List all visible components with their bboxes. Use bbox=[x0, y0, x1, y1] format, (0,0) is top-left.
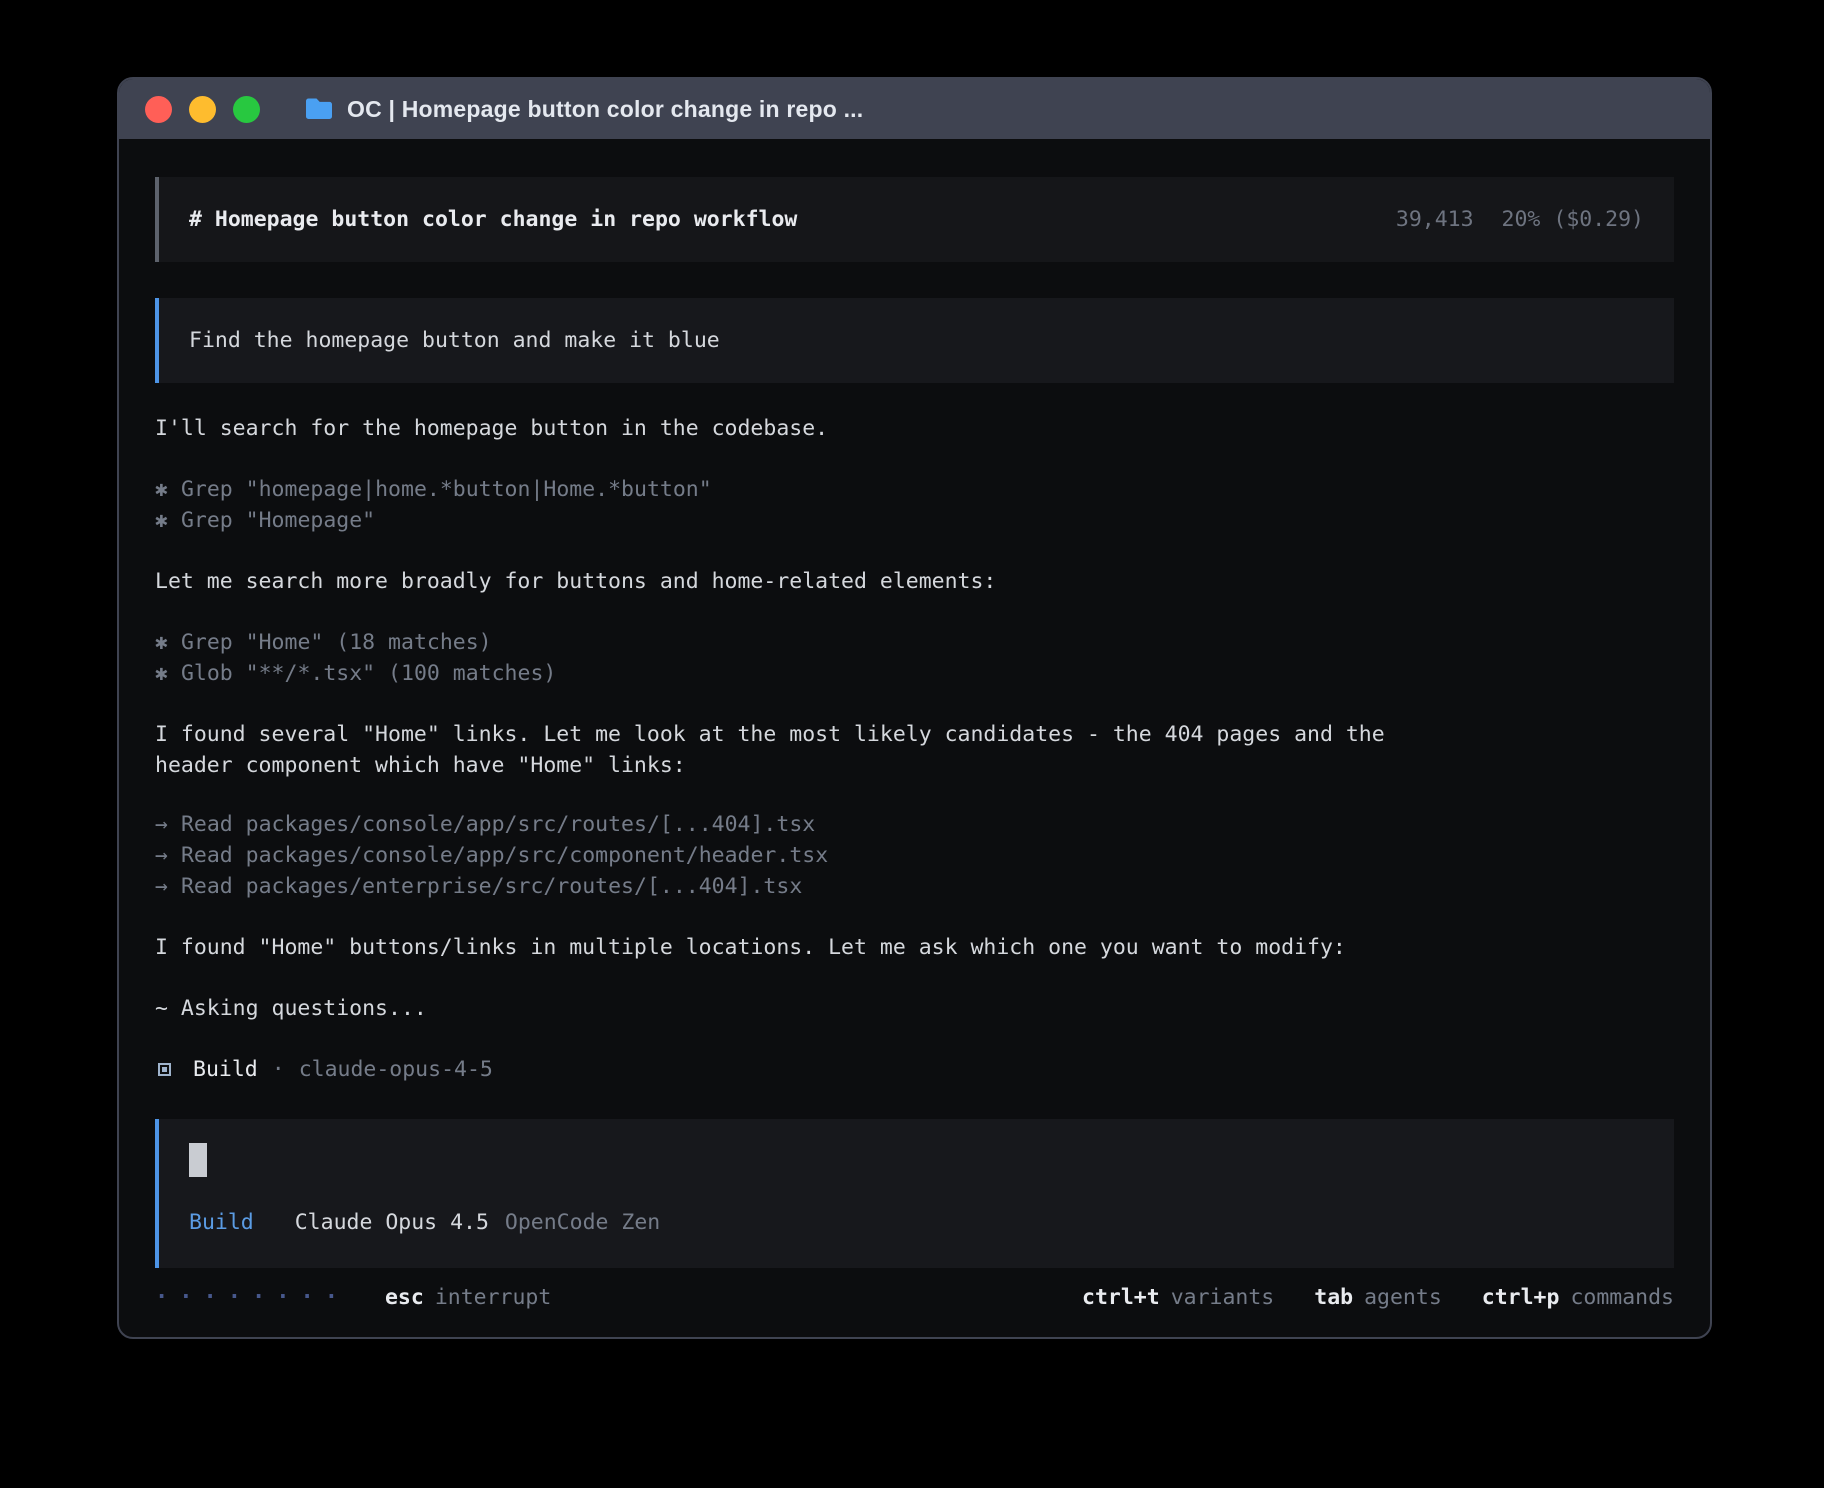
input-status-row: Build Claude Opus 4.5 OpenCode Zen bbox=[189, 1207, 1644, 1238]
shortcut-key: ctrl+p bbox=[1482, 1282, 1560, 1313]
shortcut-variants: ctrl+t variants bbox=[1082, 1282, 1274, 1313]
tool-call-group: ✱ Grep "Home" (18 matches) ✱ Glob "**/*.ts… bbox=[155, 627, 1674, 689]
assistant-text: I found "Home" buttons/links in multiple… bbox=[155, 932, 1435, 963]
agent-status-line: Build · claude-opus-4-5 bbox=[155, 1054, 1674, 1085]
tool-call-text: Grep "Homepage" bbox=[181, 508, 375, 533]
esc-key-label: interrupt bbox=[435, 1282, 552, 1313]
working-status: ~ Asking questions... bbox=[155, 993, 1674, 1024]
session-stats: 39,413 20% ($0.29) bbox=[1396, 204, 1644, 235]
read-file-line: → Read packages/enterprise/src/routes/[..… bbox=[155, 871, 1674, 902]
shortcut-key: ctrl+t bbox=[1082, 1282, 1160, 1313]
esc-key-hint: esc bbox=[385, 1282, 424, 1313]
tool-call-group: → Read packages/console/app/src/routes/[.… bbox=[155, 809, 1674, 902]
read-file-line: → Read packages/console/app/src/component… bbox=[155, 840, 1674, 871]
agent-separator: · bbox=[272, 1054, 285, 1085]
assistant-text: Let me search more broadly for buttons a… bbox=[155, 566, 1435, 597]
user-message: Find the homepage button and make it blu… bbox=[155, 298, 1674, 383]
agent-model: claude-opus-4-5 bbox=[299, 1054, 493, 1085]
zoom-button[interactable] bbox=[233, 96, 260, 123]
tool-call-text: Grep "Home" (18 matches) bbox=[181, 630, 492, 655]
read-arrow-icon: → bbox=[155, 809, 168, 840]
provider-label: OpenCode Zen bbox=[505, 1207, 660, 1238]
desktop-background: OC | Homepage button color change in rep… bbox=[0, 0, 1824, 1488]
minimize-button[interactable] bbox=[189, 96, 216, 123]
read-arrow-icon: → bbox=[155, 840, 168, 871]
model-label: Claude Opus 4.5 bbox=[295, 1207, 489, 1238]
window-title: OC | Homepage button color change in rep… bbox=[347, 96, 863, 123]
shortcut-label: variants bbox=[1171, 1282, 1275, 1313]
read-file-text: Read packages/console/app/src/routes/[..… bbox=[181, 812, 815, 837]
read-file-text: Read packages/console/app/src/component/… bbox=[181, 843, 828, 868]
status-bar-right: ctrl+t variants tab agents ctrl+p comman… bbox=[1082, 1282, 1674, 1313]
shortcut-label: agents bbox=[1364, 1282, 1442, 1313]
token-count: 39,413 bbox=[1396, 204, 1474, 235]
status-bar: ········ esc interrupt ctrl+t variants t… bbox=[155, 1268, 1674, 1313]
assistant-text: I found several "Home" links. Let me loo… bbox=[155, 719, 1435, 781]
prompt-input[interactable]: Build Claude Opus 4.5 OpenCode Zen bbox=[155, 1119, 1674, 1268]
spinner-dots-icon: ········ bbox=[155, 1282, 349, 1313]
tool-asterisk-icon: ✱ bbox=[155, 474, 168, 505]
tool-asterisk-icon: ✱ bbox=[155, 627, 168, 658]
session-title: # Homepage button color change in repo w… bbox=[189, 204, 797, 235]
tool-asterisk-icon: ✱ bbox=[155, 505, 168, 536]
read-file-line: → Read packages/console/app/src/routes/[.… bbox=[155, 809, 1674, 840]
tool-call-text: Grep "homepage|home.*button|Home.*button… bbox=[181, 477, 712, 502]
assistant-text: I'll search for the homepage button in t… bbox=[155, 413, 1435, 444]
tool-asterisk-icon: ✱ bbox=[155, 658, 168, 689]
shortcut-commands: ctrl+p commands bbox=[1482, 1282, 1674, 1313]
folder-icon bbox=[304, 97, 334, 121]
tool-call-line: ✱ Grep "homepage|home.*button|Home.*butto… bbox=[155, 474, 1674, 505]
tool-call-line: ✱ Grep "Homepage" bbox=[155, 505, 1674, 536]
tool-call-line: ✱ Grep "Home" (18 matches) bbox=[155, 627, 1674, 658]
read-arrow-icon: → bbox=[155, 871, 168, 902]
read-file-text: Read packages/enterprise/src/routes/[...… bbox=[181, 874, 802, 899]
agent-square-icon bbox=[158, 1063, 171, 1076]
shortcut-agents: tab agents bbox=[1314, 1282, 1442, 1313]
tool-call-group: ✱ Grep "homepage|home.*button|Home.*butto… bbox=[155, 474, 1674, 536]
agent-mode-label: Build bbox=[189, 1207, 254, 1238]
agent-name: Build bbox=[193, 1054, 258, 1085]
session-cost: ($0.29) bbox=[1553, 204, 1644, 235]
shortcut-key: tab bbox=[1314, 1282, 1353, 1313]
shortcut-label: commands bbox=[1570, 1282, 1674, 1313]
text-cursor bbox=[189, 1143, 207, 1177]
terminal-content: # Homepage button color change in repo w… bbox=[119, 139, 1710, 1337]
close-button[interactable] bbox=[145, 96, 172, 123]
tool-call-line: ✱ Glob "**/*.tsx" (100 matches) bbox=[155, 658, 1674, 689]
tool-call-text: Glob "**/*.tsx" (100 matches) bbox=[181, 661, 556, 686]
window-titlebar[interactable]: OC | Homepage button color change in rep… bbox=[119, 79, 1710, 139]
terminal-window: OC | Homepage button color change in rep… bbox=[117, 77, 1712, 1339]
session-header: # Homepage button color change in repo w… bbox=[155, 177, 1674, 262]
titlebar-title-group: OC | Homepage button color change in rep… bbox=[304, 96, 863, 123]
user-message-text: Find the homepage button and make it blu… bbox=[189, 328, 720, 353]
status-bar-left: ········ esc interrupt bbox=[155, 1282, 551, 1313]
traffic-lights bbox=[145, 96, 260, 123]
context-percent: 20% bbox=[1502, 204, 1541, 235]
